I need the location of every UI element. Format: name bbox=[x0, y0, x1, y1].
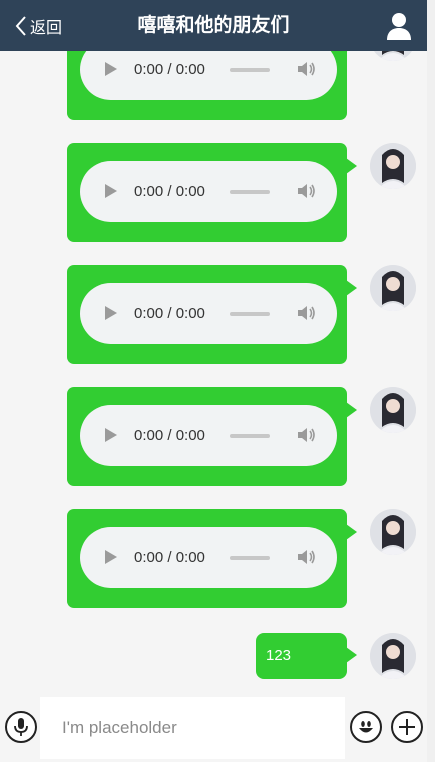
audio-progress-bar[interactable] bbox=[230, 434, 270, 438]
message-input[interactable] bbox=[40, 697, 345, 759]
microphone-icon bbox=[14, 718, 28, 736]
audio-player[interactable]: 0:00 / 0:00 bbox=[80, 283, 337, 344]
message-bubble: 0:00 / 0:00 bbox=[67, 509, 357, 608]
message-bubble: 0:00 / 0:00 bbox=[67, 143, 357, 242]
message-bubble: 123 bbox=[256, 633, 357, 679]
audio-time: 0:00 / 0:00 bbox=[134, 305, 205, 322]
audio-player[interactable]: 0:00 / 0:00 bbox=[80, 51, 337, 100]
user-icon bbox=[387, 13, 411, 40]
user-button[interactable] bbox=[385, 11, 413, 41]
header-bar: 返回 嘻嘻和他的朋友们 bbox=[0, 0, 427, 51]
play-icon[interactable] bbox=[105, 62, 117, 76]
audio-time: 0:00 / 0:00 bbox=[134, 183, 205, 200]
avatar[interactable] bbox=[370, 51, 416, 61]
play-icon[interactable] bbox=[105, 550, 117, 564]
avatar[interactable] bbox=[370, 509, 416, 555]
add-button[interactable] bbox=[391, 711, 423, 743]
avatar[interactable] bbox=[370, 387, 416, 433]
audio-player[interactable]: 0:00 / 0:00 bbox=[80, 161, 337, 222]
volume-icon[interactable] bbox=[296, 181, 316, 201]
scrollbar[interactable] bbox=[427, 0, 435, 762]
audio-time: 0:00 / 0:00 bbox=[134, 427, 205, 444]
volume-icon[interactable] bbox=[296, 303, 316, 323]
avatar[interactable] bbox=[370, 633, 416, 679]
message-bubble: 0:00 / 0:00 bbox=[67, 387, 357, 486]
volume-icon[interactable] bbox=[296, 425, 316, 445]
avatar[interactable] bbox=[370, 143, 416, 189]
audio-progress-bar[interactable] bbox=[230, 190, 270, 194]
avatar[interactable] bbox=[370, 265, 416, 311]
audio-player[interactable]: 0:00 / 0:00 bbox=[80, 527, 337, 588]
chat-area[interactable]: 0:00 / 0:00 0:00 / 0:00 0:00 / 0:00 0:00… bbox=[0, 51, 427, 697]
emoji-button[interactable] bbox=[350, 711, 382, 743]
audio-progress-bar[interactable] bbox=[230, 68, 270, 72]
audio-player[interactable]: 0:00 / 0:00 bbox=[80, 405, 337, 466]
page-title: 嘻嘻和他的朋友们 bbox=[137, 15, 290, 36]
play-icon[interactable] bbox=[105, 184, 117, 198]
audio-progress-bar[interactable] bbox=[230, 312, 270, 316]
audio-time: 0:00 / 0:00 bbox=[134, 549, 205, 566]
audio-time: 0:00 / 0:00 bbox=[134, 61, 205, 78]
input-bar bbox=[0, 697, 427, 762]
volume-icon[interactable] bbox=[296, 547, 316, 567]
play-icon[interactable] bbox=[105, 428, 117, 442]
message-bubble: 0:00 / 0:00 bbox=[67, 265, 357, 364]
message-bubble: 0:00 / 0:00 bbox=[67, 51, 357, 120]
plus-icon bbox=[399, 719, 415, 735]
volume-icon[interactable] bbox=[296, 59, 316, 79]
play-icon[interactable] bbox=[105, 306, 117, 320]
smiley-icon bbox=[359, 721, 373, 733]
audio-progress-bar[interactable] bbox=[230, 556, 270, 560]
message-text: 123 bbox=[266, 647, 292, 664]
voice-button[interactable] bbox=[5, 711, 37, 743]
